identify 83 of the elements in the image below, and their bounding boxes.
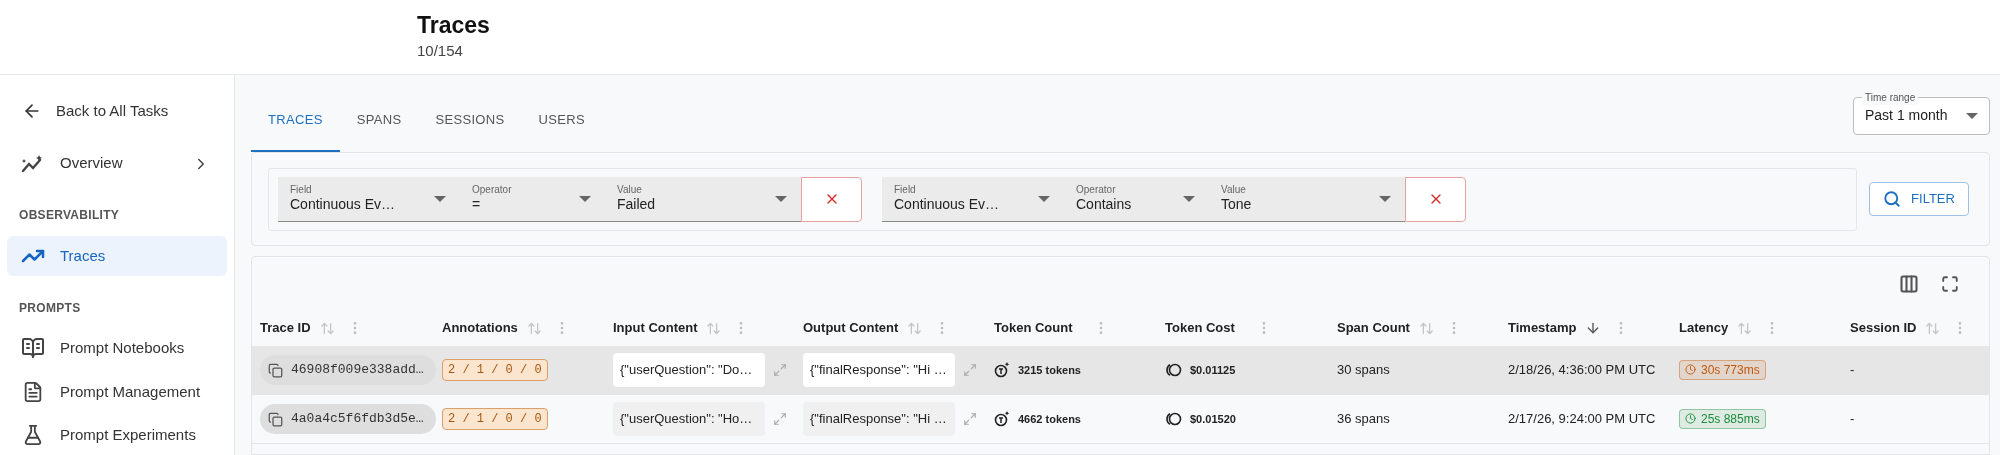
back-link[interactable]: Back to All Tasks [0, 95, 234, 127]
column-header[interactable]: Output Content [803, 318, 899, 338]
dropdown-caret-icon [579, 195, 591, 202]
book-icon [21, 336, 45, 361]
copy-icon[interactable] [268, 362, 283, 378]
session-id-text: - [1850, 411, 1855, 427]
tab[interactable]: SPANS [339, 89, 419, 152]
expand-icon[interactable] [963, 363, 977, 377]
select-field[interactable]: Operator Contains [1064, 176, 1209, 222]
token-cost-text: $0.01125 [1190, 362, 1236, 378]
sort-icon[interactable] [706, 320, 722, 336]
sidebar-item[interactable]: Prompt Management [7, 372, 227, 412]
span-count-text: 36 spans [1337, 411, 1390, 427]
sidebar-item[interactable]: Prompt Notebooks [7, 328, 227, 369]
search-icon [1883, 190, 1902, 208]
token-count-text: 3215 tokens [1018, 362, 1081, 378]
sidebar-item[interactable]: Prompt Experiments [7, 415, 227, 455]
column-header[interactable]: Annotations [442, 318, 518, 338]
sort-icon[interactable] [319, 320, 335, 336]
page-title: Traces [417, 11, 490, 40]
fullscreen-icon[interactable] [1941, 274, 1959, 293]
sort-icon[interactable] [1925, 320, 1941, 336]
sort-icon[interactable] [1418, 320, 1434, 336]
token-cost-text: $0.01520 [1190, 411, 1236, 427]
column-header[interactable]: Token Count [994, 318, 1073, 338]
section-heading: PROMPTS [18, 299, 82, 317]
output-content-preview[interactable]: {"finalResponse": "Hi … [803, 402, 955, 436]
dropdown-caret-icon [775, 195, 787, 202]
token-sparkle-icon [994, 411, 1010, 427]
dropdown-caret-icon [1038, 195, 1050, 202]
select-field[interactable]: Field Continuous Ev… [882, 176, 1064, 222]
select-field[interactable]: Value Failed [605, 176, 801, 222]
token-count-text: 4662 tokens [1018, 411, 1081, 427]
annotations-badge: 2 / 1 / 0 / 0 [442, 408, 548, 430]
select-field[interactable]: Field Continuous Ev… [278, 176, 460, 222]
trace-id-chip[interactable]: 4a0a4c5f6fdb3d5e… [260, 404, 436, 434]
token-sparkle-icon [994, 362, 1010, 378]
output-content-preview[interactable]: {"finalResponse": "Hi … [803, 353, 955, 387]
dropdown-caret-icon [1183, 195, 1195, 202]
annotations-badge: 2 / 1 / 0 / 0 [442, 359, 548, 381]
expand-icon[interactable] [773, 412, 787, 426]
select-field[interactable]: Value Tone [1209, 176, 1405, 222]
filter-button[interactable]: FILTER [1869, 182, 1969, 216]
dropdown-caret-icon [1379, 195, 1391, 202]
input-content-preview[interactable]: {"userQuestion": "Do… [613, 353, 765, 387]
column-header[interactable]: Trace ID [260, 318, 311, 338]
column-header[interactable]: Timestamp [1508, 318, 1577, 338]
column-header[interactable]: Input Content [613, 318, 698, 338]
trace-id-chip[interactable]: 46908f009e338add… [260, 355, 436, 385]
sort-icon[interactable] [1737, 320, 1753, 336]
column-header[interactable]: Session ID [1850, 318, 1917, 338]
span-count-text: 30 spans [1337, 362, 1390, 378]
sort-icon[interactable] [907, 320, 923, 336]
remove-filter-button[interactable] [801, 176, 862, 222]
expand-icon[interactable] [963, 412, 977, 426]
document-icon [22, 380, 44, 403]
flask-icon [22, 424, 44, 447]
coin-icon [1165, 363, 1182, 377]
latency-badge: 25s 885ms [1679, 408, 1766, 429]
latency-badge: 30s 773ms [1679, 359, 1766, 380]
timestamp-text: 2/18/26, 4:36:00 PM UTC [1508, 362, 1656, 378]
select-field[interactable]: Operator = [460, 176, 605, 222]
column-header[interactable]: Span Count [1337, 318, 1410, 338]
expand-icon[interactable] [773, 363, 787, 377]
tab[interactable]: USERS [521, 89, 602, 152]
column-header[interactable]: Token Cost [1165, 318, 1235, 338]
session-id-text: - [1850, 362, 1855, 378]
sort-icon[interactable] [526, 320, 542, 336]
section-heading: OBSERVABILITY [18, 207, 121, 225]
copy-icon[interactable] [268, 411, 283, 427]
timestamp-text: 2/17/26, 9:24:00 PM UTC [1508, 411, 1656, 427]
column-header[interactable]: Latency [1679, 318, 1729, 338]
dropdown-caret-icon [434, 195, 446, 202]
coin-icon [1165, 412, 1182, 426]
remove-filter-button[interactable] [1405, 176, 1466, 222]
sidebar-item[interactable]: Overview [7, 143, 227, 184]
sidebar-item[interactable]: Traces [7, 236, 227, 276]
table-row[interactable]: 46908f009e338add… 2 / 1 / 0 / 0 {"userQuestion": "Do… {"finalResponse": "Hi … 3215 tokens $0.01125 30 spans 2/18/26, 4:36:00 PM UTC 30s 773ms - [252, 346, 1989, 395]
columns-icon[interactable] [1899, 273, 1919, 294]
input-content-preview[interactable]: {"userQuestion": "Ho… [613, 402, 765, 436]
dropdown-caret-icon [1966, 112, 1978, 119]
tab[interactable]: SESSIONS [418, 89, 522, 152]
trace-count: 10/154 [417, 41, 463, 61]
